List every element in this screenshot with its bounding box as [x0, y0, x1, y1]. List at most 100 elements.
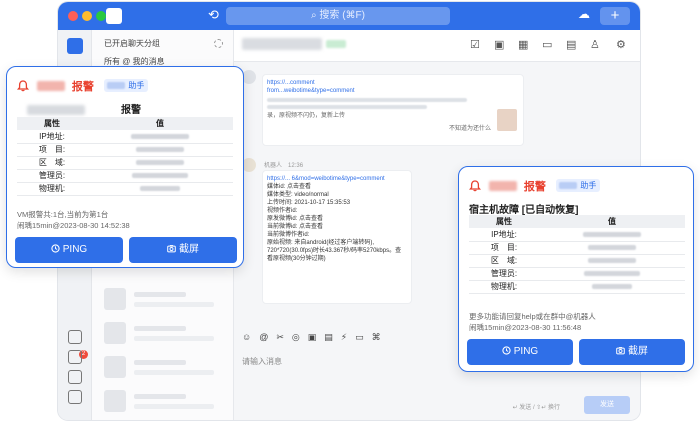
- ping-button[interactable]: PING: [15, 237, 123, 263]
- settings-icon[interactable]: ⚙: [616, 38, 626, 51]
- alarm-label: 报警: [523, 180, 546, 193]
- app-logo: [106, 8, 122, 24]
- table-row: IP地址:: [17, 130, 233, 144]
- list-item: 上传时间: 2021-10-17 15:35:53: [267, 200, 351, 206]
- table-row: 物理机:: [17, 182, 233, 196]
- brand-name: [489, 180, 518, 191]
- search-input[interactable]: ⌕ 搜索 (⌘F): [226, 7, 450, 25]
- refresh-icon[interactable]: [214, 39, 223, 48]
- screenshot-button[interactable]: 截屏: [579, 339, 685, 365]
- bell-icon: [17, 80, 29, 92]
- message-link[interactable]: https://...comment: [267, 79, 519, 87]
- table-row: 管理员:: [469, 267, 685, 281]
- cloud-sync-icon[interactable]: ☁: [578, 7, 590, 21]
- title-bar: ⟲ ⌕ 搜索 (⌘F) ☁ +: [58, 2, 640, 30]
- helper-chip: 助手: [556, 179, 601, 193]
- message-text: 录，原视频不闪仍，复新上传: [267, 113, 346, 119]
- list-item[interactable]: [104, 288, 224, 314]
- ping-icon: [502, 346, 511, 355]
- list-item: 原始视频: 来自android(经过客户端转码), 720*720(30.0fp…: [267, 240, 402, 262]
- history-icon[interactable]: ⟲: [208, 7, 219, 23]
- table-row: 项 目:: [17, 143, 233, 157]
- avatar: [242, 70, 256, 84]
- helper-chip: 助手: [104, 79, 149, 93]
- zoom-window-button[interactable]: [96, 11, 106, 21]
- group-toggle-label[interactable]: 已开启聊天分组: [104, 38, 160, 49]
- minimize-window-button[interactable]: [82, 11, 92, 21]
- list-item: 原发微博id: 点击查看: [267, 216, 324, 222]
- alarm-card-vm: 报警 助手 报警 属性 值 IP地址: 项 目: 区 域: 管理员: 物理机: …: [6, 66, 244, 268]
- column-header-value: 值: [87, 117, 233, 130]
- alarm-card-host: 报警 助手 宿主机故障 [已自动恢复] 属性 值 IP地址: 项 目: 区 域:…: [458, 166, 694, 372]
- calendar-icon[interactable]: ▦: [518, 38, 528, 51]
- scissors-icon[interactable]: ✂: [276, 332, 292, 342]
- column-header-value: 值: [539, 215, 685, 228]
- card-icon[interactable]: ▭: [355, 332, 372, 342]
- bell-icon: [469, 180, 481, 192]
- mention-icon[interactable]: @: [259, 332, 276, 342]
- code-icon[interactable]: ⌘: [372, 332, 389, 342]
- message-input[interactable]: 请输入消息: [242, 356, 282, 367]
- alarm-footer: VM报警共:1台,当前为第1台 闹瑀15min@2023-08-30 14:52…: [17, 210, 130, 230]
- bolt-icon[interactable]: ⚡: [341, 332, 355, 342]
- brand-name: [37, 80, 66, 91]
- compose-toolbar: ☺@✂◎▣▤⚡▭⌘: [242, 332, 389, 343]
- image-icon[interactable]: ▣: [308, 332, 325, 342]
- message-thumbnail[interactable]: [497, 109, 517, 131]
- cloud-icon[interactable]: [68, 370, 82, 384]
- bot-avatar: [242, 158, 256, 172]
- close-window-button[interactable]: [68, 11, 78, 21]
- table-row: 管理员:: [17, 169, 233, 183]
- message-bubble: https://...comment from...weibotime&type…: [262, 74, 524, 146]
- card-title: 报警 助手: [17, 77, 149, 93]
- chat-title: [242, 38, 322, 50]
- table-row: IP地址:: [469, 228, 685, 242]
- bot-message-bubble: https://... 6&mod=weibotime&type=comment…: [262, 170, 412, 304]
- send-hint: ↵ 发送 / ⇧↵ 换行: [512, 405, 560, 411]
- at-icon[interactable]: ◎: [292, 332, 308, 342]
- note-icon[interactable]: [68, 350, 82, 364]
- chat-tag: [326, 40, 346, 48]
- send-button[interactable]: 发送: [584, 396, 630, 414]
- list-item: 当前微博id: 点击查看: [267, 224, 324, 230]
- add-member-icon[interactable]: ♙: [590, 38, 600, 51]
- list-item: 媒体id: 点击查看: [267, 184, 312, 190]
- alarm-label: 报警: [71, 80, 94, 93]
- user-avatar[interactable]: [67, 38, 83, 54]
- message-link-tail[interactable]: from...weibotime&type=comment: [267, 87, 519, 95]
- ping-icon: [51, 244, 60, 253]
- todo-icon[interactable]: [68, 330, 82, 344]
- column-header-key: 属性: [17, 117, 87, 130]
- table-row: 项 目:: [469, 241, 685, 255]
- video-icon[interactable]: ▣: [494, 38, 504, 51]
- task-icon[interactable]: ☑: [470, 38, 480, 51]
- docs-icon[interactable]: ▤: [566, 38, 576, 51]
- chat-header: ☑ ▣ ▦ ▭ ▤ ♙ ⚙: [234, 30, 640, 62]
- message-link[interactable]: https://... 6&mod=weibotime&type=comment: [267, 175, 407, 183]
- bot-label: 机器人 12:36: [264, 163, 304, 169]
- table-row: 物理机:: [469, 280, 685, 294]
- alarm-footer: 更多功能请回复help或在群中@机器人 闹瑀15min@2023-08-30 1…: [469, 312, 596, 332]
- message-side-text: 不知道为还什么: [449, 126, 492, 132]
- list-item: 媒体类型: video/normal: [267, 192, 329, 198]
- screenshot-button[interactable]: 截屏: [129, 237, 237, 263]
- list-item[interactable]: [104, 322, 224, 348]
- alarm-detail-table: 属性 值 IP地址: 项 目: 区 域: 管理员: 物理机:: [17, 117, 233, 196]
- list-item[interactable]: [104, 390, 224, 416]
- ping-button[interactable]: PING: [467, 339, 573, 365]
- alarm-detail-table: 属性 值 IP地址: 项 目: 区 域: 管理员: 物理机:: [469, 215, 685, 294]
- emoji-icon[interactable]: ☺: [242, 332, 259, 342]
- card-title: 报警 助手: [469, 177, 601, 193]
- alarm-heading: 宿主机故障 [已自动恢复]: [469, 205, 579, 216]
- new-chat-button[interactable]: +: [600, 7, 630, 25]
- column-header-key: 属性: [469, 215, 539, 228]
- file-icon[interactable]: ▤: [324, 332, 341, 342]
- monitor-icon[interactable]: [68, 390, 82, 404]
- table-row: 区 域:: [469, 254, 685, 268]
- camera-icon: [616, 347, 625, 355]
- list-item[interactable]: [104, 356, 224, 382]
- list-item: 当前微博作者id:: [267, 232, 310, 238]
- folder-icon[interactable]: ▭: [542, 38, 552, 51]
- table-row: 区 域:: [17, 156, 233, 170]
- camera-icon: [167, 245, 176, 253]
